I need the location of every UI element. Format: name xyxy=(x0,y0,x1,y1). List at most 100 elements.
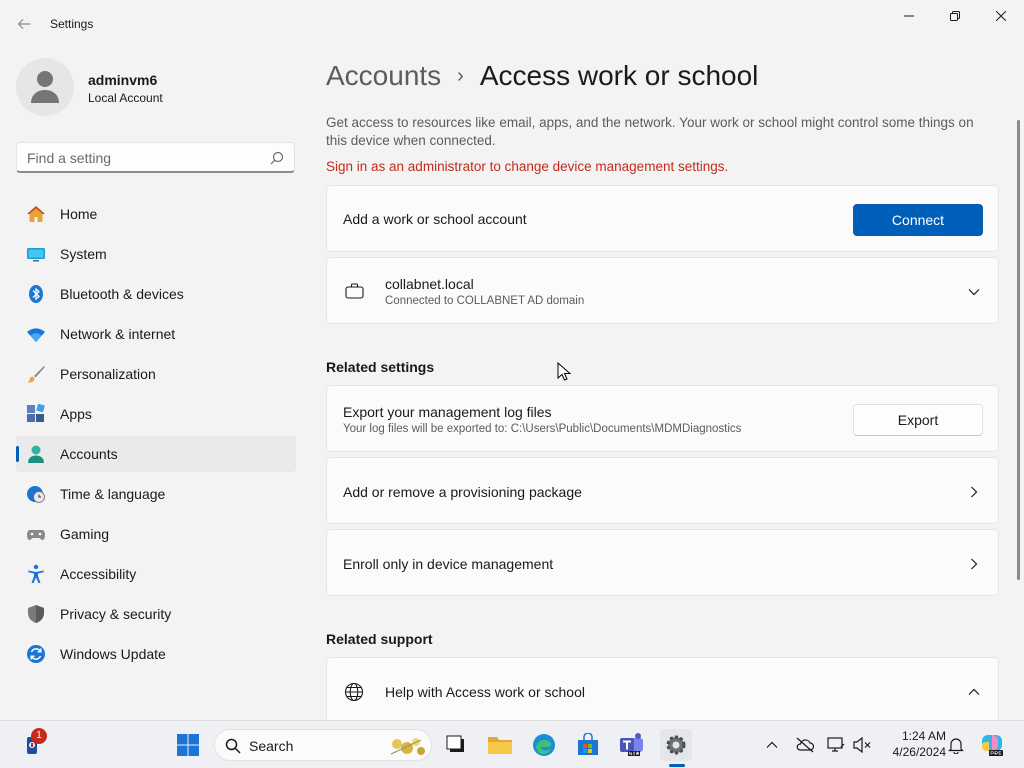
copilot-button[interactable] xyxy=(976,729,1008,761)
microsoft-store-button[interactable] xyxy=(572,729,604,761)
folder-icon xyxy=(488,737,512,754)
connected-account-card[interactable]: collabnet.local Connected to COLLABNET A… xyxy=(326,257,999,324)
onedrive-tray-button[interactable] xyxy=(795,735,815,755)
settings-window: Settings adminvm6 Local Account Home xyxy=(0,0,1024,720)
sidebar-item-personalization[interactable]: Personalization xyxy=(16,356,296,392)
taskbar-search[interactable]: Search xyxy=(214,729,432,761)
windows-start-icon xyxy=(177,734,199,756)
enroll-label: Enroll only in device management xyxy=(343,556,554,572)
breadcrumb-parent[interactable]: Accounts xyxy=(326,60,441,92)
sidebar-item-label: Bluetooth & devices xyxy=(60,286,184,302)
search-icon xyxy=(225,738,241,754)
sidebar-item-gaming[interactable]: Gaming xyxy=(16,516,296,552)
system-clock[interactable]: 1:24 AM 4/26/2024 xyxy=(880,728,946,760)
enroll-device-management-card[interactable]: Enroll only in device management xyxy=(326,529,999,596)
title-bar: Settings xyxy=(0,0,1024,48)
system-icon xyxy=(26,244,46,264)
wifi-icon xyxy=(26,324,46,344)
network-tray-button[interactable] xyxy=(826,735,846,755)
gamepad-icon xyxy=(26,524,46,544)
volume-muted-icon xyxy=(853,736,871,754)
sidebar-item-label: Privacy & security xyxy=(60,606,172,622)
notifications-button[interactable] xyxy=(946,735,966,755)
search-input[interactable] xyxy=(27,149,257,167)
restore-button[interactable] xyxy=(932,0,978,32)
scrollbar[interactable] xyxy=(1017,120,1020,580)
shield-icon xyxy=(26,604,46,624)
volume-tray-button[interactable] xyxy=(852,735,872,755)
sidebar-item-privacy-security[interactable]: Privacy & security xyxy=(16,596,296,632)
accounts-icon xyxy=(26,444,46,464)
sidebar-item-home[interactable]: Home xyxy=(16,196,296,232)
start-button[interactable] xyxy=(172,729,204,761)
provisioning-label: Add or remove a provisioning package xyxy=(343,484,582,500)
accessibility-icon xyxy=(26,564,46,584)
briefcase-icon xyxy=(345,282,365,300)
teams-icon xyxy=(620,733,643,756)
help-label: Help with Access work or school xyxy=(385,684,585,700)
task-view-button[interactable] xyxy=(440,729,472,761)
sidebar-item-label: Accessibility xyxy=(60,566,137,582)
connected-account-name: collabnet.local xyxy=(385,276,474,292)
chevron-right-icon xyxy=(966,556,982,572)
edge-icon xyxy=(533,734,555,756)
bell-icon xyxy=(948,738,964,754)
sidebar-item-accounts[interactable]: Accounts xyxy=(16,436,296,472)
sidebar-item-windows-update[interactable]: Windows Update xyxy=(16,636,296,672)
chevron-down-icon[interactable] xyxy=(966,284,982,300)
sidebar-item-accessibility[interactable]: Accessibility xyxy=(16,556,296,592)
provisioning-package-card[interactable]: Add or remove a provisioning package xyxy=(326,457,999,524)
connect-button[interactable]: Connect xyxy=(853,204,983,236)
breadcrumb-separator: › xyxy=(457,64,464,87)
chevron-up-icon[interactable] xyxy=(966,684,982,700)
export-logs-title: Export your management log files xyxy=(343,404,552,420)
task-view-icon xyxy=(446,735,464,752)
taskbar: Search 1:24 AM 4/26/2024 xyxy=(0,720,1024,768)
export-button[interactable]: Export xyxy=(853,404,983,436)
clock-time: 1:24 AM xyxy=(901,729,946,743)
sidebar-nav: Home System Bluetooth & devices Network … xyxy=(16,196,296,676)
user-avatar-icon xyxy=(31,71,59,103)
search-highlight-icon xyxy=(390,738,425,755)
clock-date: 4/26/2024 xyxy=(892,745,946,759)
sidebar-item-label: Windows Update xyxy=(60,646,166,662)
profile-account-type: Local Account xyxy=(88,91,163,105)
file-explorer-button[interactable] xyxy=(484,729,516,761)
cloud-offline-icon xyxy=(796,737,815,753)
breadcrumb: Accounts › Access work or school xyxy=(326,58,758,94)
back-arrow-icon xyxy=(17,19,30,29)
taskbar-search-label: Search xyxy=(249,738,294,754)
edge-button[interactable] xyxy=(528,729,560,761)
chevron-up-icon xyxy=(766,741,778,748)
apps-icon xyxy=(26,404,46,424)
sidebar-item-label: Home xyxy=(60,206,98,222)
sidebar-item-label: Apps xyxy=(60,406,92,422)
close-icon xyxy=(996,11,1006,21)
sidebar-item-bluetooth[interactable]: Bluetooth & devices xyxy=(16,276,296,312)
minimize-button[interactable] xyxy=(886,0,932,32)
clock-globe-icon xyxy=(26,484,46,504)
settings-search[interactable] xyxy=(16,142,295,173)
teams-button[interactable] xyxy=(616,729,648,761)
close-button[interactable] xyxy=(978,0,1024,32)
search-icon xyxy=(270,151,284,165)
sidebar-item-time-language[interactable]: Time & language xyxy=(16,476,296,512)
add-account-label: Add a work or school account xyxy=(343,211,527,227)
user-profile[interactable]: adminvm6 Local Account xyxy=(16,58,296,118)
help-card[interactable]: Help with Access work or school xyxy=(326,657,999,720)
sidebar-item-network[interactable]: Network & internet xyxy=(16,316,296,352)
mouse-cursor-icon xyxy=(557,362,571,381)
sidebar-item-label: System xyxy=(60,246,107,262)
store-icon xyxy=(578,733,598,755)
back-button[interactable] xyxy=(10,10,38,38)
sidebar-item-system[interactable]: System xyxy=(16,236,296,272)
show-hidden-icons-button[interactable] xyxy=(762,735,782,755)
settings-taskbar-button[interactable] xyxy=(660,729,692,761)
sidebar-item-apps[interactable]: Apps xyxy=(16,396,296,432)
sidebar-item-label: Personalization xyxy=(60,366,156,382)
add-account-card: Add a work or school account Connect xyxy=(326,185,999,252)
app-title: Settings xyxy=(50,17,94,31)
restore-icon xyxy=(950,11,960,21)
related-settings-heading: Related settings xyxy=(326,359,435,375)
network-icon xyxy=(827,737,845,752)
